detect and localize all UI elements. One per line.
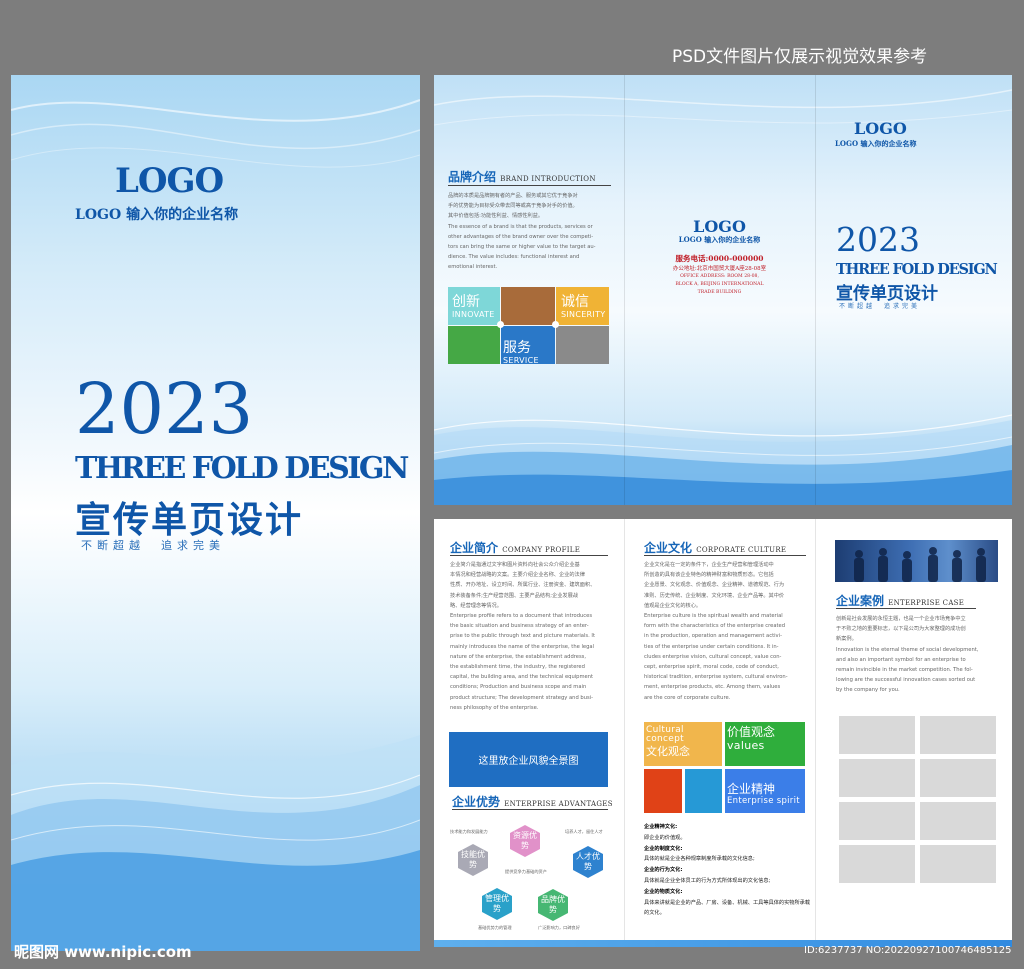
cover-title-cn: 宣传单页设计 (75, 499, 304, 541)
watermark-site: 昵图网 www.nipic.com (14, 943, 192, 961)
advantages-heading: 企业优势 ENTERPRISE ADVANTAGES (452, 795, 613, 809)
back-logo: LOGO (693, 217, 746, 236)
front-year: 2023 (836, 220, 920, 259)
case-thumbnail (839, 716, 915, 754)
case-thumbnail (839, 845, 915, 883)
outer-fold-2 (815, 75, 816, 505)
hex-skill: 技能优势 (458, 844, 488, 876)
tile-cultural-concept: Cultural concept 文化观念 (644, 722, 722, 766)
top-caption: PSD文件图片仅展示视觉效果参考 (672, 47, 928, 67)
watermark-id: ID:6237737 NO:20220927100746485125 (804, 945, 1012, 956)
cover-panel: LOGO LOGO 输入你的企业名称 2023 THREE FOLD DESIG… (11, 75, 420, 951)
tile-dot (552, 321, 559, 328)
tile-gray (556, 326, 609, 364)
back-address-en: OFFICE ADDRESS: ROOM 28-08, BLOCK A, BEI… (675, 274, 764, 295)
hex-brand: 品牌优势 (538, 889, 568, 921)
back-company-name: LOGO 输入你的企业名称 (678, 235, 761, 244)
outer-spread: 品牌介绍 BRAND INTRODUCTION 品牌的本质是品牌拥有者的产品、服… (434, 75, 1012, 505)
front-logo: LOGO (854, 119, 907, 138)
hex-management: 管理优势 (482, 888, 512, 920)
tile-values: 价值观念 values (725, 722, 805, 766)
case-thumbnail (920, 716, 996, 754)
tile-service: 服务 SERVICE (501, 326, 555, 365)
case-heading: 企业案例 ENTERPRISE CASE (836, 594, 965, 608)
cover-company-name: LOGO 输入你的企业名称 (75, 207, 239, 223)
inner-fold-1 (624, 519, 625, 947)
case-thumbnail (839, 759, 915, 797)
culture-heading: 企业文化 CORPORATE CULTURE (644, 541, 787, 555)
advantages-rule (452, 809, 608, 810)
brand-text: 品牌的本质是品牌拥有者的产品、服务或其它优于竞争对 手的优势能为目标受众带去同等… (448, 193, 596, 271)
case-thumbnail (920, 759, 996, 797)
advantage-note: 提供竞争力基础的资产 (505, 869, 547, 874)
cover-logo: LOGO (115, 161, 224, 201)
cover-slogan: 不断超越 追求完美 (81, 539, 225, 552)
advantage-note: 培养人才，留住人才 (565, 829, 603, 834)
profile-rule (450, 555, 608, 556)
hex-resource: 资源优势 (510, 825, 540, 857)
case-thumbnail (920, 845, 996, 883)
profile-text: 企业简介是指通过文字和图片资料向社会公众介绍企业基 本情况和经营战略的文案。主要… (450, 562, 596, 711)
culture-items: 企业精神文化: 即企业的价值观。 企业的制度文化: 具体的就是企业各种规章制度所… (644, 824, 811, 917)
advantage-note: 广泛影响力，口碑良好 (538, 925, 580, 930)
inner-spread: 企业简介 COMPANY PROFILE 企业简介是指通过文字和图片资料向社会公… (434, 519, 1012, 947)
front-slogan: 不断超越 追求完美 (839, 303, 921, 310)
profile-heading: 企业简介 COMPANY PROFILE (450, 541, 581, 555)
tile-innovate: 创新 INNOVATE (448, 287, 500, 325)
brand-heading: 品牌介绍 BRAND INTRODUCTION (448, 170, 596, 184)
panorama-placeholder: 这里放企业风貌全景图 (449, 732, 608, 787)
culture-text: 企业文化是在一定的条件下，企业生产经营和管理活动中 所创造的具有该企业特色的精神… (644, 562, 788, 701)
back-phone: 服务电话:0000-000000 (675, 254, 764, 263)
tile-green (448, 326, 500, 364)
tile-enterprise-spirit: 企业精神 Enterprise spirit (725, 769, 805, 813)
advantage-note: 基础优势力的管理 (478, 925, 512, 930)
case-text: 创新是社会发展的永恒主题，也是一个企业市场竞争中立 于不败之地的重要标志，以下是… (836, 616, 979, 694)
cover-title-en: THREE FOLD DESIGN (75, 451, 409, 486)
people-silhouettes-icon (854, 547, 986, 582)
tile-cyan (685, 769, 722, 813)
tile-brown (501, 287, 555, 325)
hex-talent: 人才优势 (573, 846, 603, 878)
front-title-en: THREE FOLD DESIGN (836, 261, 998, 278)
back-address-cn: 办公地址:北京市国贸大厦A座28-08室 (672, 266, 767, 272)
front-company-name: LOGO 输入你的企业名称 (835, 139, 917, 148)
tile-dot (497, 321, 504, 328)
case-rule (836, 608, 976, 609)
culture-rule (644, 555, 806, 556)
advantage-note: 技术能力和发展能力 (450, 829, 488, 834)
case-photo (835, 540, 998, 582)
tile-sincerity: 诚信 SINCERITY (556, 287, 609, 325)
tile-red (644, 769, 682, 813)
case-thumbnail (839, 802, 915, 840)
case-thumbnail (920, 802, 996, 840)
cover-year: 2023 (75, 368, 254, 450)
panorama-label: 这里放企业风貌全景图 (478, 756, 579, 767)
brand-rule (448, 185, 611, 186)
